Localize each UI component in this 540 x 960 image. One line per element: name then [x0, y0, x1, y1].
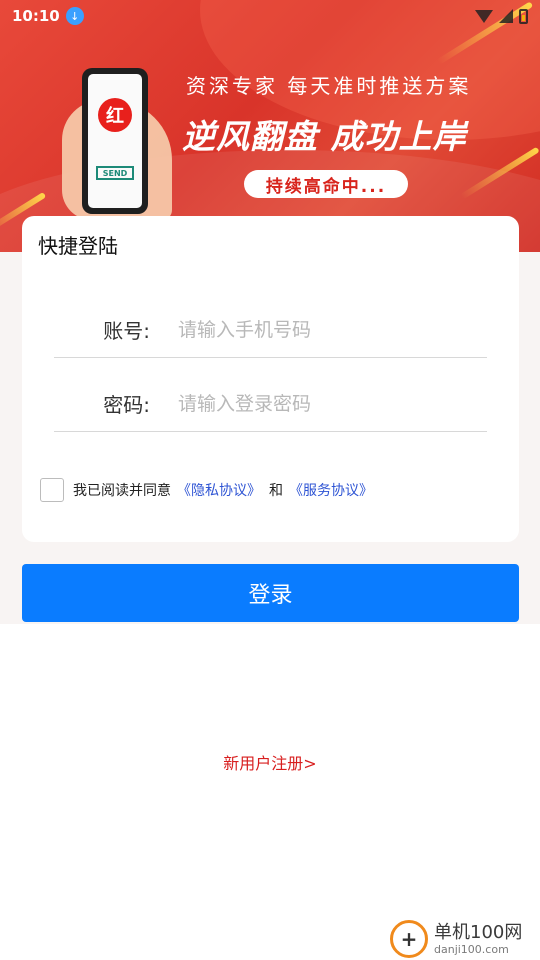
account-input[interactable] [178, 318, 458, 341]
agreement-row: 我已阅读并同意 《隐私协议》 和 《服务协议》 [40, 478, 373, 502]
signal-icon [499, 9, 513, 23]
wifi-icon [475, 9, 493, 23]
phone-screen: 红 SEND [88, 74, 142, 208]
battery-icon [519, 8, 528, 24]
send-label: SEND [96, 166, 134, 180]
password-input[interactable] [178, 392, 458, 415]
login-button[interactable]: 登录 [22, 564, 519, 622]
app-logo: 红 [98, 98, 132, 132]
login-title: 快捷登陆 [38, 234, 118, 258]
status-bar: 10:10 ↓ [0, 0, 540, 32]
banner-slogan: 资深专家 每天准时推送方案 [186, 74, 472, 98]
banner-headline: 逆风翻盘 成功上岸 [182, 117, 467, 156]
promo-banner: 红 SEND 资深专家 每天准时推送方案 逆风翻盘 成功上岸 持续高命中... [0, 0, 540, 252]
watermark-logo-icon: + [390, 920, 428, 958]
account-label: 账号: [103, 319, 150, 343]
status-time: 10:10 [12, 7, 60, 25]
and-text: 和 [269, 483, 283, 499]
phone-illustration: 红 SEND [82, 68, 148, 214]
banner-pill: 持续高命中... [244, 170, 408, 198]
agree-text: 我已阅读并同意 [73, 483, 171, 499]
watermark-text: 单机100网 danji100.com [434, 921, 523, 956]
watermark-sub: danji100.com [434, 942, 509, 956]
watermark-main: 单机100网 [434, 921, 523, 943]
site-watermark: + 单机100网 danji100.com [390, 918, 540, 960]
download-icon: ↓ [65, 7, 84, 25]
password-field: 密码: [54, 376, 487, 432]
login-card: 快捷登陆 账号: 密码: 我已阅读并同意 《隐私协议》 和 《服务协议》 [22, 216, 519, 542]
register-link[interactable]: 新用户注册> [0, 750, 540, 774]
privacy-policy-link[interactable]: 《隐私协议》 [177, 480, 261, 500]
account-field: 账号: [54, 302, 487, 358]
service-agreement-link[interactable]: 《服务协议》 [289, 480, 373, 500]
agree-checkbox[interactable] [40, 478, 64, 502]
status-icons [475, 8, 528, 24]
password-label: 密码: [103, 393, 150, 417]
